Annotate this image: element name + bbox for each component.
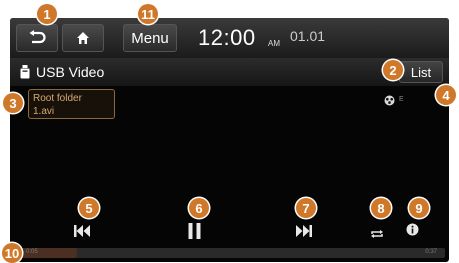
callout-11: 11 — [138, 4, 158, 24]
list-button[interactable]: List — [399, 61, 443, 83]
callout-6: 6 — [189, 198, 209, 218]
menu-button[interactable]: Menu — [123, 24, 177, 52]
callout-2: 2 — [383, 60, 403, 80]
callout-4: 4 — [436, 85, 456, 105]
callout-8: 8 — [371, 198, 391, 218]
previous-button[interactable] — [74, 224, 90, 243]
progress-bar[interactable] — [20, 248, 445, 258]
top-bar: Menu 12:00 AM 01.01 — [10, 18, 449, 58]
clock-time: 12:00 — [198, 25, 256, 50]
clock-ampm: AM — [268, 39, 280, 48]
info-icon — [406, 223, 419, 236]
repeat-icon — [371, 230, 383, 238]
list-label: List — [410, 64, 432, 80]
pause-button[interactable] — [188, 223, 201, 244]
pause-icon — [188, 223, 201, 239]
callout-7: 7 — [296, 198, 316, 218]
callout-1: 1 — [37, 4, 57, 24]
info-button[interactable] — [406, 223, 419, 241]
date: 01.01 — [290, 28, 326, 44]
folder-name: Root folder — [33, 93, 82, 104]
subtitle-value: E — [399, 96, 404, 103]
repeat-button[interactable] — [370, 226, 384, 244]
page-title: USB Video — [36, 64, 105, 80]
callout-9: 9 — [409, 198, 429, 218]
callout-10: 10 — [2, 243, 22, 263]
file-info[interactable]: Root folder 1.avi — [28, 89, 115, 119]
elapsed-time: 0:05 — [26, 249, 38, 255]
total-time: 0:37 — [425, 249, 437, 255]
home-icon — [77, 32, 89, 44]
menu-label: Menu — [131, 29, 169, 47]
back-button[interactable] — [16, 24, 58, 52]
usb-icon — [20, 65, 30, 79]
back-icon — [29, 30, 46, 44]
previous-icon — [74, 225, 90, 237]
head-unit-screen: Menu 12:00 AM 01.01 USB Video List Root … — [10, 18, 449, 262]
file-name: 1.avi — [33, 106, 55, 117]
callout-5: 5 — [79, 198, 99, 218]
next-icon — [296, 225, 312, 237]
home-button[interactable] — [62, 24, 104, 52]
next-button[interactable] — [296, 224, 312, 243]
subtitle-icon — [384, 95, 395, 106]
callout-3: 3 — [3, 93, 23, 113]
